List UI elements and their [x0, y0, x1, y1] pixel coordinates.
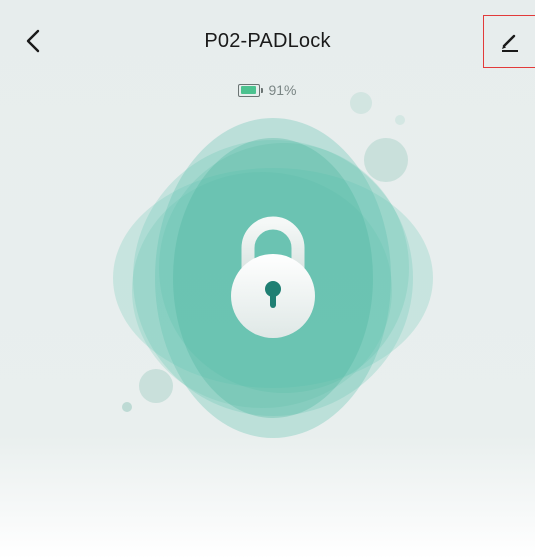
bubble-decoration [139, 369, 173, 403]
pencil-icon [501, 34, 518, 52]
edit-button[interactable] [483, 15, 535, 68]
lock-toggle-button[interactable] [218, 206, 328, 346]
bubble-decoration [395, 115, 405, 125]
battery-icon [238, 83, 264, 97]
battery-status: 91% [0, 82, 535, 98]
padlock-icon [231, 216, 315, 338]
bubble-decoration [122, 402, 132, 412]
battery-level-text: 91% [268, 82, 297, 98]
bubble-decoration [364, 138, 408, 182]
header: P02-PADLock [0, 0, 535, 80]
battery-fill [240, 86, 257, 94]
page-title: P02-PADLock [204, 30, 331, 52]
